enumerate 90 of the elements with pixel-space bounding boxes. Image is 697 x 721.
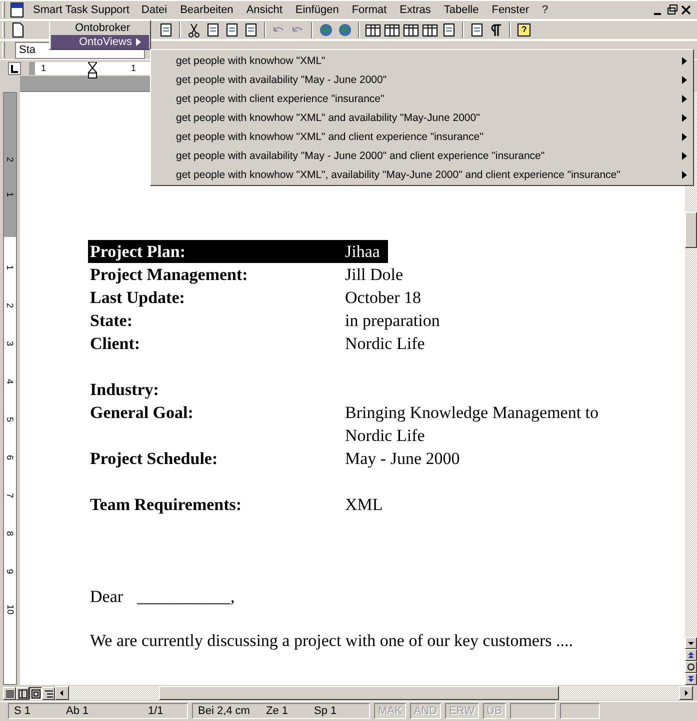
menu-item[interactable]: Fenster xyxy=(486,2,536,18)
field-label: Client: xyxy=(89,333,142,355)
menu-item[interactable]: get people with knowhow "XML" and client experience "insurance" xyxy=(151,127,693,146)
ruler-number: 4 xyxy=(6,379,14,384)
menu-item[interactable]: Ontobroker xyxy=(51,21,149,35)
field-label: Project Management: xyxy=(89,264,249,286)
ruler-number: 9 xyxy=(6,569,14,574)
field-label: Industry: xyxy=(89,379,160,401)
browse-object-icon[interactable] xyxy=(685,661,697,673)
ruler-number: 8 xyxy=(6,531,14,536)
ruler-number: 1 xyxy=(6,192,14,197)
web-view-icon[interactable] xyxy=(16,686,29,700)
menu-item[interactable]: Tabelle xyxy=(438,2,485,18)
field-value: in preparation xyxy=(345,310,440,332)
normal-view-icon[interactable] xyxy=(3,686,16,700)
cursor-position: Bei 2,4 cm xyxy=(198,704,251,716)
outline-view-icon[interactable] xyxy=(42,686,55,700)
field-value: Jihaa xyxy=(345,240,388,263)
field-value: May - June 2000 xyxy=(345,448,460,470)
ruler-number: 3 xyxy=(6,341,14,346)
submenu-arrow-icon xyxy=(136,38,141,46)
previous-page-icon[interactable] xyxy=(685,649,697,661)
ruler-number: 5 xyxy=(6,417,14,422)
field-label: Last Update: xyxy=(89,287,186,309)
menu-item[interactable]: get people with knowhow "XML" xyxy=(151,51,693,70)
status-panel xyxy=(560,702,600,718)
ruler-number: 2 xyxy=(6,157,14,162)
ruler-number: 2 xyxy=(6,303,14,308)
field-value: October 18 xyxy=(345,287,422,309)
menu-item[interactable]: Einfügen xyxy=(289,2,345,18)
menu-item[interactable]: ? xyxy=(536,2,554,18)
field-label: Team Requirements: xyxy=(89,494,243,516)
menu-item[interactable]: get people with knowhow "XML" and availability "May-June 2000" xyxy=(151,108,693,127)
field-label: Project Plan: xyxy=(88,240,345,263)
submenu-arrow-icon xyxy=(682,94,687,102)
ruler-number: 7 xyxy=(6,493,14,498)
scroll-thumb[interactable] xyxy=(159,686,559,700)
salutation: Dear xyxy=(90,586,124,608)
page-view-icon[interactable] xyxy=(29,686,42,700)
submenu-arrow-icon xyxy=(682,76,687,84)
submenu-arrow-icon xyxy=(682,132,687,140)
menu-item[interactable]: OntoViews xyxy=(51,35,149,49)
indent-marker-icon[interactable] xyxy=(88,62,98,78)
menu-item[interactable]: Bearbeiten xyxy=(174,2,240,18)
word-document-icon[interactable] xyxy=(9,2,25,18)
table-icon[interactable] xyxy=(383,22,401,38)
menu-item[interactable]: Extras xyxy=(394,2,437,18)
scroll-thumb[interactable] xyxy=(685,212,697,248)
column-number: Sp 1 xyxy=(314,704,338,716)
fill-in-line[interactable]: ___________, xyxy=(137,585,235,608)
menu-item[interactable]: Smart Task Support xyxy=(28,3,134,17)
scroll-down-icon[interactable] xyxy=(685,637,697,649)
section-number: Ab 1 xyxy=(66,704,90,716)
paragraph: We are currently discussing a project with one of our key customers .... xyxy=(89,630,574,652)
submenu-arrow-icon xyxy=(682,114,687,122)
field-label: Project Schedule: xyxy=(89,448,219,470)
menu-item[interactable]: get people with knowhow "XML", availability "May-June 2000" and client experience "insurance" xyxy=(151,165,693,184)
tab-stop-button[interactable] xyxy=(8,62,21,74)
ruler-number: 1 xyxy=(41,64,46,72)
ruler-number: 6 xyxy=(6,455,14,460)
menu-item[interactable]: get people with availability "May - June 2000" and client experience "insurance" xyxy=(151,146,693,165)
ruler-number: 1 xyxy=(131,64,136,72)
scroll-right-icon[interactable] xyxy=(679,686,693,700)
field-value: Jill Dole xyxy=(345,264,404,286)
field-value: XML xyxy=(345,494,383,516)
status-panel xyxy=(510,702,556,718)
scroll-left-icon[interactable] xyxy=(55,686,69,700)
menu-item[interactable]: get people with availability "May - June 2000" xyxy=(151,70,693,89)
menu-item[interactable]: Datei xyxy=(135,2,174,18)
help-icon[interactable] xyxy=(515,22,533,38)
ruler-number: 1 xyxy=(6,265,14,270)
page-count: 1/1 xyxy=(148,704,164,716)
next-page-icon[interactable] xyxy=(685,673,697,685)
menu-item[interactable]: Format xyxy=(346,2,393,18)
line-number: Ze 1 xyxy=(266,704,290,716)
field-value: Bringing Knowledge Management to Nordic Life xyxy=(345,402,600,447)
restore-icon[interactable] xyxy=(666,4,679,16)
field-label: State: xyxy=(89,310,134,332)
page-number: S 1 xyxy=(14,704,32,716)
globe-icon[interactable] xyxy=(317,22,335,38)
ruler-number: 10 xyxy=(6,604,14,614)
field-value: Nordic Life xyxy=(345,333,425,355)
menu-item[interactable]: get people with client experience "insurance" xyxy=(151,89,693,108)
close-icon[interactable] xyxy=(680,4,693,16)
menu-item[interactable]: Ansicht xyxy=(240,2,288,18)
submenu-arrow-icon xyxy=(682,152,687,160)
submenu-arrow-icon xyxy=(682,56,687,64)
submenu-arrow-icon xyxy=(682,170,687,178)
horizontal-scrollbar[interactable] xyxy=(69,686,679,700)
field-label: General Goal: xyxy=(89,402,194,424)
